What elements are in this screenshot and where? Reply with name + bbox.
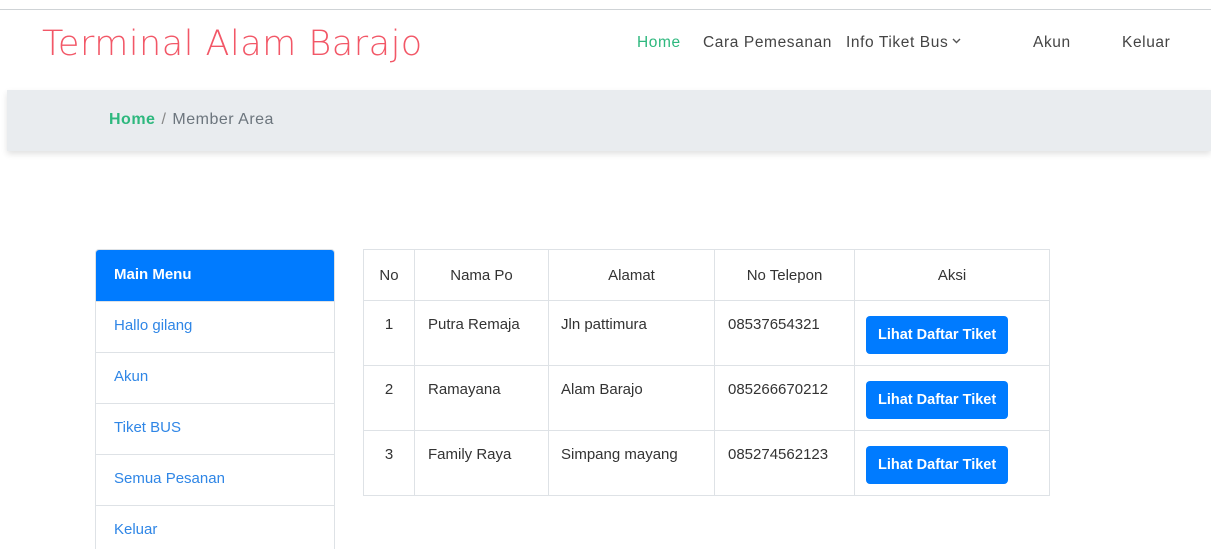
sidebar-item-semua-pesanan[interactable]: Semua Pesanan — [96, 454, 334, 505]
cell-alamat: Simpang mayang — [548, 430, 715, 496]
breadcrumb: Home / Member Area — [109, 111, 274, 129]
nav-akun[interactable]: Akun — [1033, 34, 1071, 52]
sidebar-item-tiket-bus[interactable]: Tiket BUS — [96, 403, 334, 454]
cell-alamat: Jln pattimura — [548, 300, 715, 366]
breadcrumb-separator: / — [161, 111, 167, 128]
cell-nama-po: Ramayana — [414, 365, 549, 431]
lihat-daftar-tiket-button[interactable]: Lihat Daftar Tiket — [866, 381, 1009, 419]
cell-no: 3 — [363, 430, 415, 496]
lihat-daftar-tiket-button[interactable]: Lihat Daftar Tiket — [866, 316, 1009, 354]
sidebar-header: Main Menu — [96, 250, 334, 301]
table-row: 1 Putra Remaja Jln pattimura 08537654321… — [363, 300, 1050, 366]
site-logo[interactable]: Terminal Alam Barajo — [42, 24, 423, 64]
chevron-down-icon — [952, 38, 961, 44]
sidebar-item-akun[interactable]: Akun — [96, 352, 334, 403]
column-header-nama-po: Nama Po — [414, 249, 549, 301]
nav-info-label: Info Tiket Bus — [846, 34, 949, 51]
cell-alamat: Alam Barajo — [548, 365, 715, 431]
sidebar-item-hallo[interactable]: Hallo gilang — [96, 301, 334, 352]
nav-cara-pemesanan[interactable]: Cara Pemesanan — [703, 34, 832, 52]
breadcrumb-home[interactable]: Home — [109, 111, 155, 128]
column-header-aksi: Aksi — [854, 249, 1050, 301]
cell-nama-po: Putra Remaja — [414, 300, 549, 366]
cell-telepon: 085274562123 — [714, 430, 855, 496]
nav-info-tiket-bus[interactable]: Info Tiket Bus — [846, 34, 961, 52]
sidebar-item-keluar[interactable]: Keluar — [96, 505, 334, 549]
cell-nama-po: Family Raya — [414, 430, 549, 496]
cell-no: 1 — [363, 300, 415, 366]
nav-keluar[interactable]: Keluar — [1122, 34, 1170, 52]
sidebar-menu: Main Menu Hallo gilang Akun Tiket BUS Se… — [95, 249, 335, 549]
cell-no: 2 — [363, 365, 415, 431]
cell-telepon: 085266670212 — [714, 365, 855, 431]
po-table: No Nama Po Alamat No Telepon Aksi 1 Putr… — [363, 249, 1050, 496]
column-header-no-telepon: No Telepon — [714, 249, 855, 301]
nav-home[interactable]: Home — [637, 34, 681, 52]
column-header-alamat: Alamat — [548, 249, 715, 301]
cell-aksi: Lihat Daftar Tiket — [854, 430, 1050, 496]
table-row: 2 Ramayana Alam Barajo 085266670212 Liha… — [363, 365, 1050, 431]
table-row: 3 Family Raya Simpang mayang 08527456212… — [363, 430, 1050, 496]
column-header-no: No — [363, 249, 415, 301]
breadcrumb-bar: Home / Member Area — [7, 90, 1211, 151]
cell-aksi: Lihat Daftar Tiket — [854, 365, 1050, 431]
lihat-daftar-tiket-button[interactable]: Lihat Daftar Tiket — [866, 446, 1009, 484]
breadcrumb-current: Member Area — [172, 111, 274, 128]
cell-aksi: Lihat Daftar Tiket — [854, 300, 1050, 366]
table-header-row: No Nama Po Alamat No Telepon Aksi — [363, 249, 1050, 301]
site-header: Terminal Alam Barajo Home Cara Pemesanan… — [0, 10, 1211, 90]
cell-telepon: 08537654321 — [714, 300, 855, 366]
